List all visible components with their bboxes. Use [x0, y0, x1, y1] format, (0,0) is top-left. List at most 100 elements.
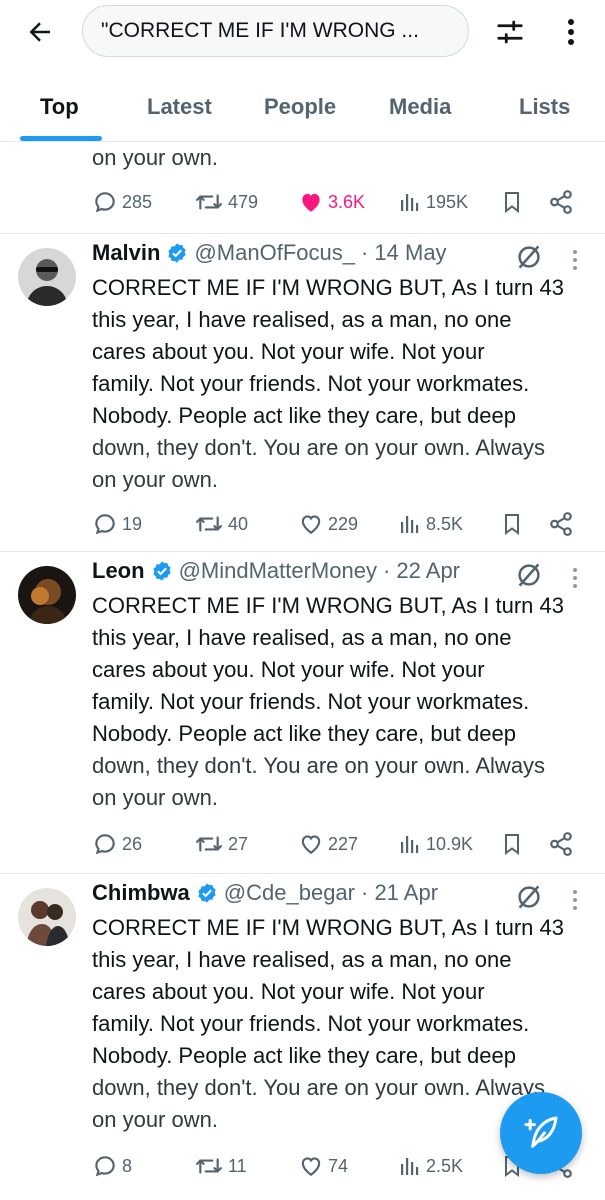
tweet-card[interactable]: Malvin @ManOfFocus_ · 14 May CORRECT ME … [0, 234, 605, 552]
author-name[interactable]: Leon [92, 558, 145, 584]
like-count: 227 [328, 833, 359, 854]
author-handle[interactable]: @Cde_begar [224, 880, 355, 906]
reply-icon [95, 1156, 115, 1177]
search-tabs: Top Latest People Media Lists [0, 82, 605, 142]
tweet-line: this year, I have realised, as a man, no… [92, 307, 512, 332]
bookmark-button[interactable] [500, 182, 528, 222]
repost-button[interactable]: 40 [194, 504, 248, 544]
views-button[interactable]: 2.5K [398, 1146, 463, 1186]
tweet-date: · 21 Apr [361, 880, 439, 905]
reply-count: 26 [122, 833, 143, 854]
view-count: 2.5K [426, 1155, 464, 1176]
reply-button[interactable]: 285 [92, 182, 152, 222]
tweet-header: Chimbwa @Cde_begar · 21 Apr [92, 880, 438, 906]
bookmark-button[interactable] [500, 824, 528, 864]
reply-button[interactable]: 19 [92, 504, 142, 544]
tab-lists[interactable]: Lists [519, 94, 570, 120]
author-handle[interactable]: @ManOfFocus_ [194, 240, 355, 266]
repost-icon [195, 194, 222, 210]
reply-count: 8 [122, 1155, 133, 1176]
search-query: "CORRECT ME IF I'M WRONG ... [101, 19, 419, 42]
grok-icon[interactable] [514, 882, 544, 912]
reply-button[interactable]: 26 [92, 824, 142, 864]
tweet-line: CORRECT ME IF I'M WRONG BUT, As I turn 4… [92, 275, 564, 300]
share-icon [550, 190, 572, 214]
tab-media[interactable]: Media [389, 94, 451, 120]
author-handle[interactable]: @MindMatterMoney [179, 558, 377, 584]
share-button[interactable] [548, 182, 578, 222]
filter-icon [497, 20, 523, 44]
repost-count: 40 [228, 513, 249, 534]
views-icon [401, 516, 419, 533]
reply-button[interactable]: 8 [92, 1146, 132, 1186]
grok-icon[interactable] [514, 242, 544, 272]
author-name[interactable]: Malvin [92, 240, 160, 266]
more-options-button[interactable] [556, 14, 586, 50]
views-icon [401, 194, 419, 211]
repost-count: 11 [228, 1155, 247, 1176]
like-icon [301, 1157, 321, 1176]
like-button[interactable]: 229 [298, 504, 358, 544]
views-button[interactable]: 8.5K [398, 504, 463, 544]
like-icon [301, 515, 321, 534]
repost-button[interactable]: 479 [194, 182, 258, 222]
tab-latest[interactable]: Latest [147, 94, 212, 120]
reply-icon [95, 834, 115, 855]
reply-icon [95, 514, 115, 535]
tweet-text: CORRECT ME IF I'M WRONG BUT, As I turn 4… [92, 272, 592, 496]
tweet-line: cares about you. Not your wife. Not your [92, 339, 485, 364]
tab-top[interactable]: Top [40, 94, 79, 120]
avatar[interactable] [18, 888, 76, 946]
tweet-line: Nobody. People act like they care, but d… [92, 1043, 516, 1068]
views-button[interactable]: 195K [398, 182, 468, 222]
grok-icon[interactable] [514, 560, 544, 590]
share-button[interactable] [548, 824, 578, 864]
search-filter-button[interactable] [492, 14, 528, 50]
tweet-line: on your own. [92, 785, 218, 810]
tweet-line: this year, I have realised, as a man, no… [92, 947, 512, 972]
tweet-line: family. Not your friends. Not your workm… [92, 371, 530, 396]
tweet-date: · 14 May [360, 240, 447, 265]
like-button[interactable]: 3.6K [298, 182, 365, 222]
share-button[interactable] [548, 504, 578, 544]
repost-button[interactable]: 27 [194, 824, 248, 864]
tab-people[interactable]: People [264, 94, 336, 120]
compose-icon [524, 1116, 558, 1148]
like-icon [301, 835, 321, 854]
tweet-fragment[interactable]: on your own. 285 479 3.6K 195K [0, 142, 605, 234]
bookmark-icon [505, 514, 519, 535]
verified-icon [198, 883, 216, 903]
tweet-text: CORRECT ME IF I'M WRONG BUT, As I turn 4… [92, 590, 592, 814]
tweet-line: on your own. [92, 467, 218, 492]
avatar[interactable] [18, 566, 76, 624]
search-input[interactable]: "CORRECT ME IF I'M WRONG ... [82, 5, 469, 57]
reply-icon [95, 192, 115, 213]
repost-button[interactable]: 11 [194, 1146, 247, 1186]
like-button[interactable]: 74 [298, 1146, 348, 1186]
tweet-card[interactable]: Leon @MindMatterMoney · 22 Apr CORRECT M… [0, 552, 605, 874]
verified-icon [168, 243, 187, 263]
tweet-actions: 285 479 3.6K 195K [0, 182, 605, 222]
like-count: 74 [328, 1155, 349, 1176]
views-button[interactable]: 10.9K [398, 824, 473, 864]
repost-count: 479 [228, 191, 259, 212]
more-vertical-icon [568, 19, 574, 45]
tweet-more-icon[interactable] [566, 886, 584, 914]
tweet-more-icon[interactable] [566, 246, 584, 274]
compose-button[interactable] [500, 1092, 582, 1174]
avatar[interactable] [18, 248, 76, 306]
like-button[interactable]: 227 [298, 824, 358, 864]
repost-count: 27 [228, 833, 249, 854]
repost-icon [195, 1158, 222, 1174]
author-name[interactable]: Chimbwa [92, 880, 190, 906]
repost-icon [195, 836, 222, 852]
like-count: 3.6K [328, 191, 366, 212]
back-button[interactable] [22, 14, 58, 50]
bookmark-button[interactable] [500, 504, 528, 544]
like-count: 229 [328, 513, 359, 534]
repost-icon [195, 516, 222, 532]
tweet-line: down, they don't. You are on your own. A… [92, 435, 546, 460]
tweet-more-icon[interactable] [566, 564, 584, 592]
bookmark-icon [505, 192, 519, 213]
back-arrow-icon [29, 22, 50, 42]
